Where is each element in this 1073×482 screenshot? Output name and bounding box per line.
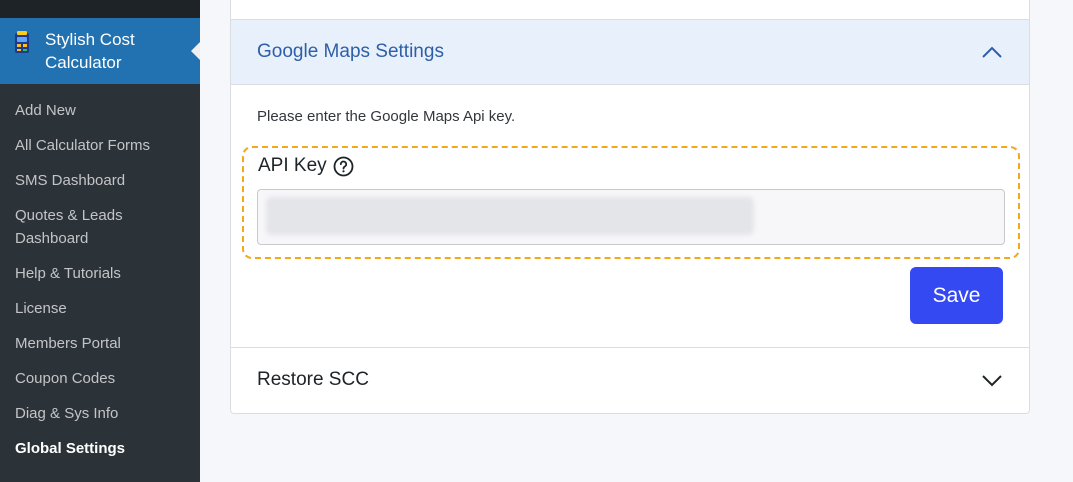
chevron-down-icon[interactable] [981,369,1003,391]
maps-help-text: Please enter the Google Maps Api key. [257,108,516,125]
chevron-up-icon[interactable] [981,42,1003,64]
sidebar-item-add-new[interactable]: Add New [0,93,200,128]
sidebar-item-quotes-leads-dashboard[interactable]: Quotes & Leads Dashboard [0,198,200,256]
sidebar-item-members-portal[interactable]: Members Portal [0,326,200,361]
settings-panel: Google Maps Settings Please enter the Go… [230,0,1030,414]
sidebar-item-stylish-cost-calculator[interactable]: Stylish Cost Calculator [0,18,200,84]
sidebar-item-all-calculator-forms[interactable]: All Calculator Forms [0,128,200,163]
current-menu-arrow [191,42,200,60]
google-maps-settings-title: Google Maps Settings [257,41,444,62]
sidebar-plugin-label: Stylish Cost Calculator [45,30,135,72]
sidebar-item-help-tutorials[interactable]: Help & Tutorials [0,256,200,291]
sidebar-item-diag-sys-info[interactable]: Diag & Sys Info [0,396,200,431]
api-key-label-text: API Key [258,155,327,176]
sidebar-top-strip [0,0,200,18]
sidebar-item-sms-dashboard[interactable]: SMS Dashboard [0,163,200,198]
calculator-icon [12,30,32,56]
plugin-submenu: Add New All Calculator Forms SMS Dashboa… [0,84,200,466]
api-key-input[interactable] [257,189,1005,245]
api-key-label: API Key [258,155,354,177]
question-circle-icon[interactable] [333,156,354,177]
google-maps-settings-header[interactable]: Google Maps Settings [231,19,1029,85]
save-button[interactable]: Save [910,267,1003,324]
sidebar-item-global-settings[interactable]: Global Settings [0,431,200,466]
admin-sidebar: Stylish Cost Calculator Add New All Calc… [0,0,200,482]
sidebar-item-license[interactable]: License [0,291,200,326]
api-key-redacted-value [266,197,754,235]
restore-scc-title: Restore SCC [257,369,369,390]
api-key-field-group: API Key [242,146,1020,259]
section-divider [231,347,1029,348]
sidebar-item-coupon-codes[interactable]: Coupon Codes [0,361,200,396]
